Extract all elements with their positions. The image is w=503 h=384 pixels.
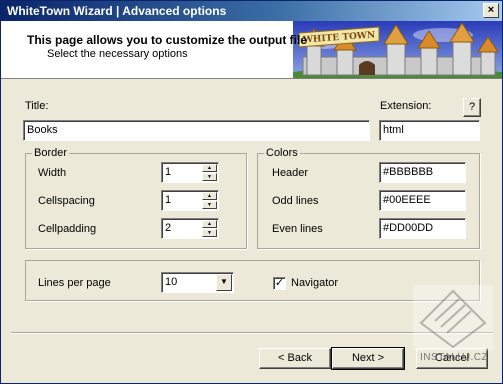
- cellpadding-spinner[interactable]: 2 ▲ ▼: [161, 218, 219, 239]
- title-label: Title:: [25, 100, 49, 112]
- window-title: WhiteTown Wizard | Advanced options: [7, 4, 227, 18]
- close-icon: ×: [487, 4, 495, 16]
- cellspacing-label: Cellspacing: [38, 195, 95, 207]
- spin-up-icon[interactable]: ▲: [202, 192, 217, 200]
- spin-up-icon[interactable]: ▲: [202, 220, 217, 228]
- navigator-checkbox[interactable]: ✓: [273, 277, 286, 290]
- back-button[interactable]: < Back: [259, 348, 331, 369]
- checkmark-icon: ✓: [274, 277, 285, 289]
- spin-down-icon[interactable]: ▼: [202, 173, 217, 181]
- header-title: This page allows you to customize the ou…: [27, 33, 308, 47]
- lines-per-page-label: Lines per page: [38, 277, 111, 289]
- next-button[interactable]: Next >: [331, 347, 405, 370]
- dropdown-arrow-icon[interactable]: ▼: [216, 274, 232, 291]
- cellpadding-label: Cellpadding: [38, 223, 97, 235]
- close-button[interactable]: ×: [483, 3, 499, 18]
- even-lines-color-input[interactable]: #DD00DD: [379, 218, 466, 239]
- cellpadding-value: 2: [165, 222, 172, 234]
- extension-label: Extension:: [380, 100, 432, 112]
- help-button[interactable]: ?: [463, 98, 481, 117]
- header-subtitle: Select the necessary options: [47, 48, 188, 60]
- spin-up-icon[interactable]: ▲: [202, 164, 217, 172]
- width-spinner[interactable]: 1 ▲ ▼: [161, 162, 219, 183]
- spin-down-icon[interactable]: ▼: [202, 229, 217, 237]
- cellspacing-spinner[interactable]: 1 ▲ ▼: [161, 190, 219, 211]
- spin-down-icon[interactable]: ▼: [202, 201, 217, 209]
- castle-logo: WHITE TOWN: [293, 21, 502, 78]
- wizard-header: WHITE TOWN This page allows you to custo…: [1, 21, 502, 79]
- odd-lines-color-input[interactable]: #00EEEE: [379, 190, 466, 211]
- border-group-legend: Border: [32, 147, 70, 159]
- even-lines-label: Even lines: [272, 223, 323, 235]
- extension-input[interactable]: html: [379, 120, 480, 141]
- colors-group-legend: Colors: [264, 147, 300, 159]
- title-input[interactable]: Books: [23, 120, 370, 141]
- wizard-window: WhiteTown Wizard | Advanced options × WH…: [0, 0, 503, 384]
- watermark-text: INSTALUJ.CZ: [420, 352, 489, 363]
- odd-lines-label: Odd lines: [272, 195, 319, 207]
- header-color-label: Header: [272, 167, 309, 179]
- width-value: 1: [165, 166, 172, 178]
- lines-per-page-value: 10: [165, 276, 178, 288]
- cellspacing-value: 1: [165, 194, 172, 206]
- watermark-logo: [413, 285, 493, 351]
- width-label: Width: [38, 167, 67, 179]
- title-bar: WhiteTown Wizard | Advanced options ×: [1, 1, 502, 21]
- lines-per-page-select[interactable]: 10 ▼: [161, 272, 234, 293]
- navigator-label: Navigator: [291, 277, 339, 289]
- header-color-input[interactable]: #BBBBBB: [379, 162, 466, 183]
